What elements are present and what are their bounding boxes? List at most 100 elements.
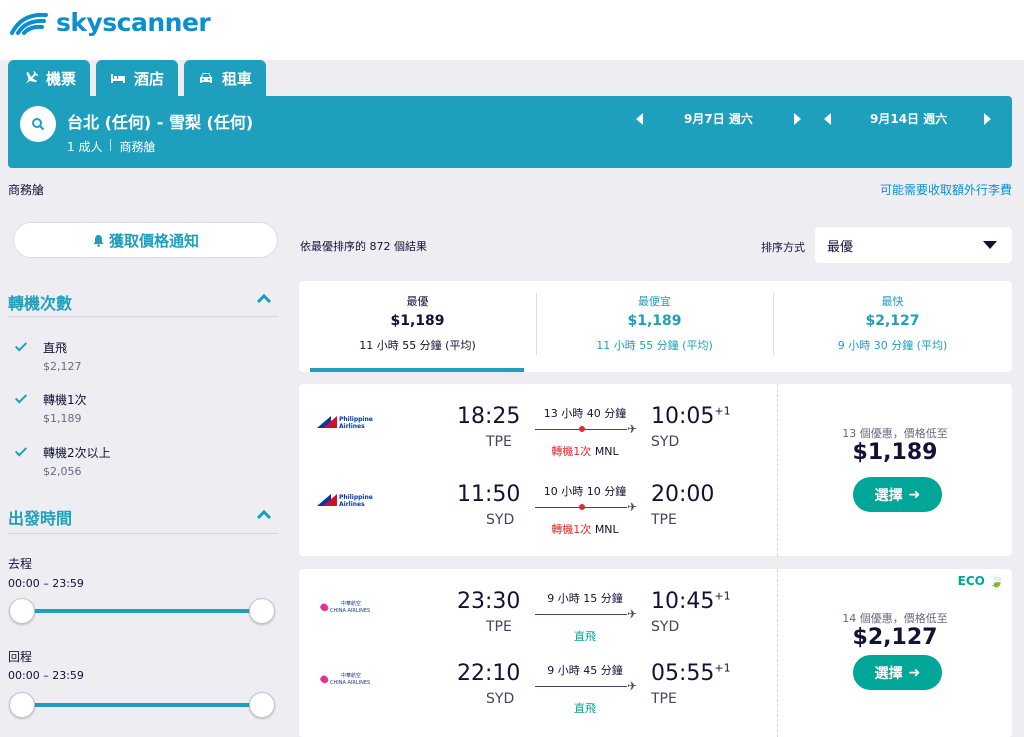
sort-tab-price: $2,127 <box>865 313 920 329</box>
day-offset: +1 <box>714 589 731 603</box>
flight-duration: 9 小時 15 分鐘 <box>547 592 623 605</box>
svg-text:Airlines: Airlines <box>339 423 365 430</box>
sort-tab-title: 最優 <box>406 295 429 308</box>
select-button[interactable]: 選擇 ➜ <box>853 477 942 512</box>
eco-label: ECO <box>957 574 985 588</box>
search-summary-bar[interactable]: 台北 (任何) - 雪梨 (任何) 1 成人 商務艙 9月7日 週六 9月14日… <box>8 96 1012 168</box>
sort-tab-cheapest[interactable]: 最便宜 $1,189 11 小時 55 分鐘 (平均) <box>536 281 773 372</box>
select-button[interactable]: 選擇 ➜ <box>853 655 942 690</box>
outbound-label: 去程 <box>8 557 33 571</box>
plane-icon: ✈ <box>627 422 638 436</box>
china-airlines-logo-icon: 中華航空 CHINA AIRLINES <box>320 672 370 686</box>
price-alert-button[interactable]: 獲取價格通知 <box>13 222 278 258</box>
checkbox-icon[interactable] <box>14 445 28 459</box>
stops-count: 直飛 <box>574 702 596 715</box>
option-label: 轉機1次 <box>43 393 87 407</box>
return-date[interactable]: 9月14日 週六 <box>870 110 970 127</box>
stops-filter-title[interactable]: 轉機次數 <box>8 290 72 314</box>
sort-select[interactable]: 最優 <box>815 227 1012 263</box>
stops-info: 直飛 <box>535 700 635 716</box>
price-alert-label: 獲取價格通知 <box>108 231 199 250</box>
separator <box>110 139 112 151</box>
departure-time: 18:25 <box>457 404 521 429</box>
checkbox-icon[interactable] <box>14 392 28 406</box>
departure-time-filter-title[interactable]: 出發時間 <box>8 505 72 529</box>
sort-value: 最優 <box>827 239 854 255</box>
cabin-label: 商務艙 <box>8 183 45 197</box>
option-price: $2,056 <box>43 465 82 478</box>
inbound-label: 回程 <box>8 650 33 664</box>
depart-next-arrow[interactable] <box>794 113 801 125</box>
depart-date-text: 9月7日 週六 <box>684 112 753 126</box>
option-label: 直飛 <box>43 341 68 355</box>
chevron-up-icon[interactable] <box>256 509 272 525</box>
philippine-airlines-logo-icon: Philippine Airlines <box>317 416 373 430</box>
depart-prev-arrow[interactable] <box>636 113 643 125</box>
flight-leg-outbound: Philippine Airlines 18:25 TPE 13 小時 40 分… <box>299 390 777 468</box>
sort-tab-best[interactable]: 最優 $1,189 11 小時 55 分鐘 (平均) <box>299 281 536 372</box>
bell-icon <box>93 234 104 247</box>
deals-count: 13 個優惠，價格低至 <box>842 427 948 440</box>
bed-icon <box>111 74 126 83</box>
deals-count: 14 個優惠，價格低至 <box>842 612 948 625</box>
chevron-up-icon[interactable] <box>256 293 272 309</box>
logo[interactable]: skyscanner <box>8 8 211 37</box>
option-price: $1,189 <box>43 412 82 425</box>
leaf-icon: 🍃 <box>989 574 1004 588</box>
passenger-info: 1 成人 商務艙 <box>67 138 155 155</box>
arrival-time-text: 20:00 <box>651 482 715 507</box>
departure-airport: SYD <box>486 512 515 528</box>
tab-label: 酒店 <box>134 69 165 88</box>
eco-badge: ECO 🍃 <box>958 574 1004 588</box>
via-airport: MNL <box>594 445 619 458</box>
plane-icon: ✈ <box>627 607 638 621</box>
sort-label: 排序方式 <box>761 241 805 254</box>
tab-hotels[interactable]: 酒店 <box>96 60 179 96</box>
plane-icon <box>25 70 38 84</box>
search-button[interactable] <box>20 106 56 142</box>
checkbox-icon[interactable] <box>14 340 28 354</box>
inbound-slider-max-handle[interactable] <box>249 692 275 718</box>
outbound-slider-track[interactable] <box>22 609 262 613</box>
flight-duration: 13 小時 40 分鐘 <box>543 407 627 420</box>
result-card[interactable]: Philippine Airlines 18:25 TPE 13 小時 40 分… <box>299 384 1012 556</box>
logo-text: skyscanner <box>56 8 211 37</box>
result-card[interactable]: 中華航空 CHINA AIRLINES 23:30 TPE 9 小時 15 分鐘… <box>299 569 1012 737</box>
baggage-fee-link[interactable]: 可能需要收取額外行李費 <box>880 181 1012 198</box>
outbound-slider-max-handle[interactable] <box>249 598 275 624</box>
depart-date[interactable]: 9月7日 週六 <box>684 110 784 127</box>
arrival-time: 20:00 <box>651 482 714 507</box>
divider <box>8 533 278 534</box>
arrival-airport: SYD <box>651 619 680 635</box>
price-panel: 13 個優惠，價格低至 $1,189 選擇 ➜ <box>778 384 1012 556</box>
departure-time: 11:50 <box>457 482 521 507</box>
stops-count: 直飛 <box>574 630 596 643</box>
stops-info: 直飛 <box>535 628 635 644</box>
inbound-slider-track[interactable] <box>22 703 262 707</box>
route-line <box>535 686 627 687</box>
sort-tab-duration: 9 小時 30 分鐘 (平均) <box>837 339 948 352</box>
option-label: 轉機2次以上 <box>43 446 111 460</box>
select-label: 選擇 <box>874 665 903 682</box>
arrival-airport: SYD <box>651 434 680 450</box>
price-panel: ECO 🍃 14 個優惠，價格低至 $2,127 選擇 ➜ <box>778 569 1012 737</box>
tab-car-hire[interactable]: 租車 <box>184 60 267 96</box>
arrival-airport: TPE <box>651 512 677 528</box>
results-count: 依最優排序的 872 個結果 <box>300 240 427 253</box>
arrival-time: 05:55+1 <box>651 661 731 686</box>
svg-text:Philippine: Philippine <box>339 416 373 423</box>
arrival-time-text: 10:45 <box>651 589 715 614</box>
svg-text:CHINA AIRLINES: CHINA AIRLINES <box>330 680 370 686</box>
sort-tab-fastest[interactable]: 最快 $2,127 9 小時 30 分鐘 (平均) <box>773 281 1012 372</box>
inbound-slider-min-handle[interactable] <box>9 692 35 718</box>
outbound-slider-min-handle[interactable] <box>9 598 35 624</box>
return-next-arrow[interactable] <box>984 113 991 125</box>
return-prev-arrow[interactable] <box>824 113 831 125</box>
stops-info: 轉機1次 MNL <box>535 521 635 537</box>
tab-flights[interactable]: 機票 <box>8 60 91 96</box>
divider <box>8 316 278 317</box>
svg-text:中華航空: 中華航空 <box>341 672 361 679</box>
china-airlines-logo-icon: 中華航空 CHINA AIRLINES <box>320 600 370 614</box>
svg-text:CHINA AIRLINES: CHINA AIRLINES <box>330 608 370 614</box>
sort-tab-price: $1,189 <box>390 313 445 329</box>
